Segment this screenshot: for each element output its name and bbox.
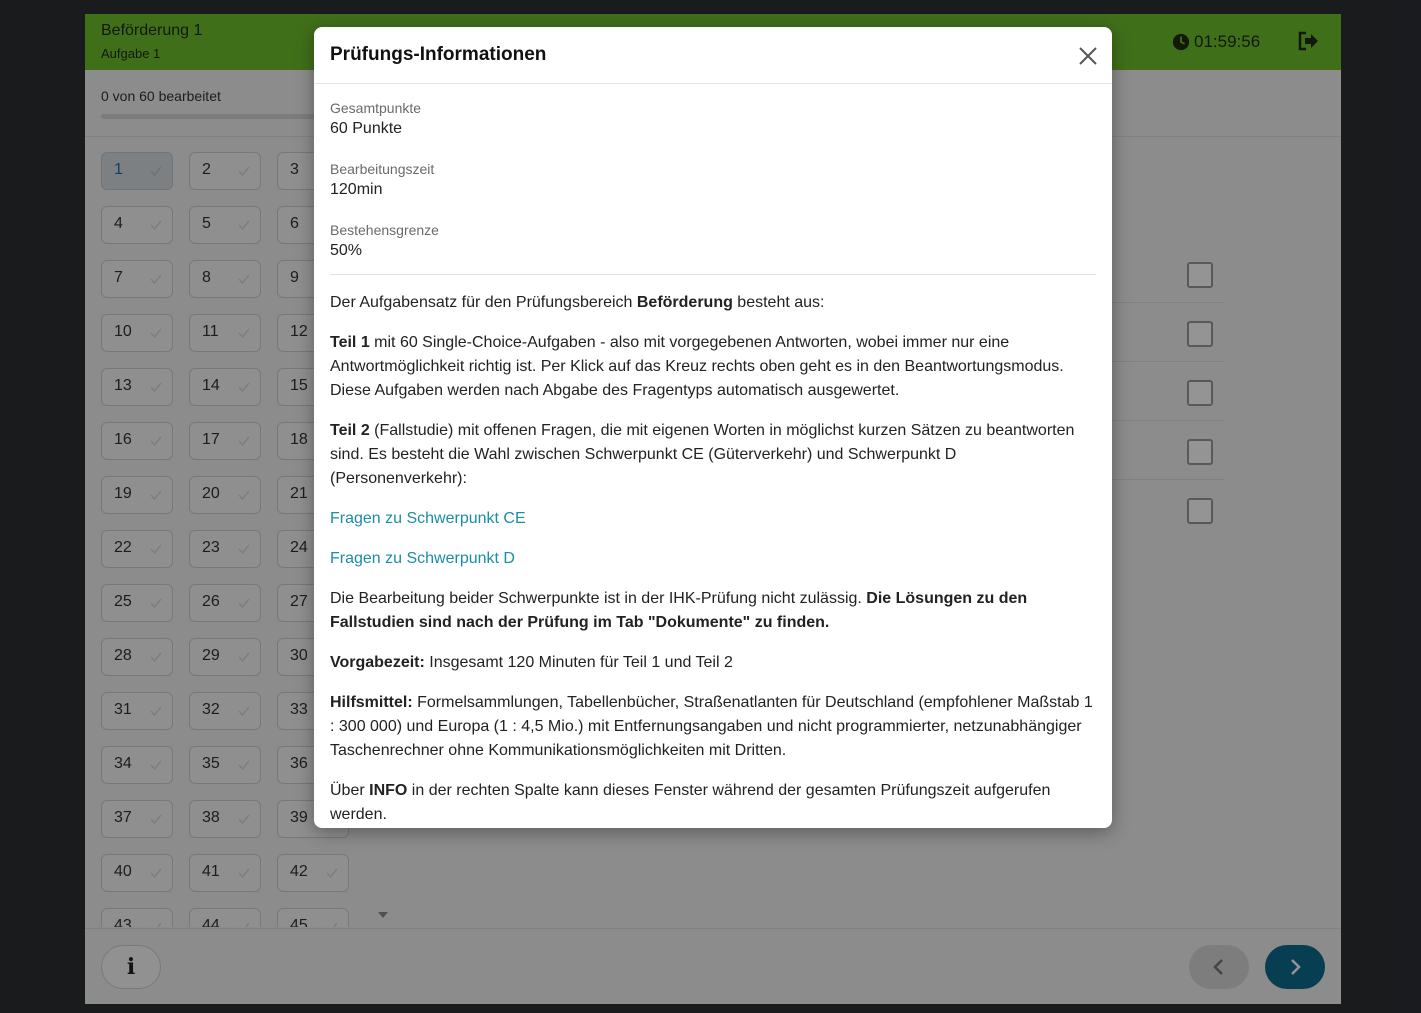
duration-field: Bearbeitungszeit 120min: [330, 161, 1096, 222]
intro-paragraph: Der Aufgabensatz für den Prüfungsbereich…: [330, 294, 825, 311]
exam-info-dialog: Prüfungs-Informationen Gesamtpunkte 60 P…: [314, 27, 1112, 828]
close-icon[interactable]: [1075, 43, 1101, 69]
teil1-paragraph: Teil 1 mit 60 Single-Choice-Aufgaben - a…: [330, 334, 1064, 399]
field-label: Bestehensgrenze: [330, 222, 439, 238]
total-points-field: Gesamtpunkte 60 Punkte: [330, 100, 1096, 161]
pass-threshold-field: Bestehensgrenze 50%: [330, 222, 1096, 274]
field-value: 50%: [330, 242, 363, 259]
dialog-header: Prüfungs-Informationen: [314, 27, 1112, 84]
dialog-body: Gesamtpunkte 60 Punkte Bearbeitungszeit …: [330, 100, 1096, 827]
field-value: 120min: [330, 181, 383, 198]
teil2-paragraph: Teil 2 (Fallstudie) mit offenen Fragen, …: [330, 422, 1075, 487]
info-paragraph: Über INFO in der rechten Spalte kann die…: [330, 782, 1051, 823]
hilfsmittel-paragraph: Hilfsmittel: Formelsammlungen, Tabellenb…: [330, 694, 1093, 759]
link-schwerpunkt-d[interactable]: Fragen zu Schwerpunkt D: [330, 547, 1096, 571]
dialog-title: Prüfungs-Informationen: [330, 44, 547, 65]
field-label: Bearbeitungszeit: [330, 161, 435, 177]
divider: [330, 274, 1096, 275]
bearbeitung-paragraph: Die Bearbeitung beider Schwerpunkte ist …: [330, 590, 1028, 631]
vorgabezeit-paragraph: Vorgabezeit: Insgesamt 120 Minuten für T…: [330, 654, 733, 671]
field-label: Gesamtpunkte: [330, 100, 422, 116]
link-schwerpunkt-ce[interactable]: Fragen zu Schwerpunkt CE: [330, 507, 1096, 531]
field-value: 60 Punkte: [330, 120, 403, 137]
